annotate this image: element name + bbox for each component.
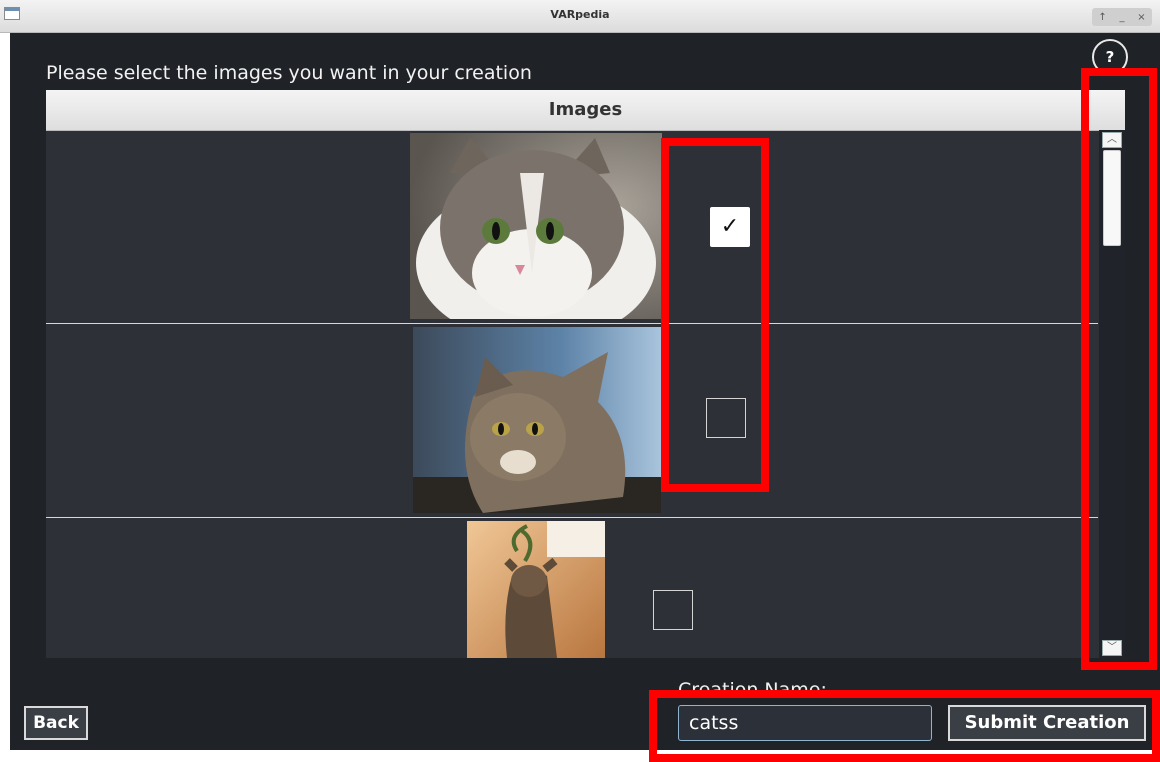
scroll-up-icon[interactable]: ︿ [1102,132,1122,148]
back-button[interactable]: Back [24,706,88,740]
app-content: ? Please select the images you want in y… [10,33,1160,750]
scrollbar-thumb[interactable] [1103,150,1121,246]
cat-image-3 [467,521,605,658]
creation-name-label: Creation Name: [678,679,827,701]
submit-creation-button[interactable]: Submit Creation [948,705,1146,741]
window-controls[interactable]: ↑ _ × [1092,8,1152,26]
window-title: VARpedia [550,8,610,21]
scroll-down-icon[interactable]: ﹀ [1102,640,1122,656]
table-row[interactable]: ✓ [46,131,1098,324]
window-titlebar: VARpedia ↑ _ × [0,0,1160,33]
cat-image-1 [410,133,662,319]
help-button[interactable]: ? [1092,39,1128,75]
maximize-icon[interactable]: ↑ [1098,12,1106,23]
table-row[interactable] [46,518,1098,658]
page-instruction: Please select the images you want in you… [46,62,532,84]
select-checkbox-3[interactable] [653,590,693,630]
images-table: Images ✓ ︿ ﹀ [46,90,1125,658]
close-icon[interactable]: × [1137,12,1145,23]
images-vertical-scrollbar[interactable]: ︿ ﹀ [1099,130,1125,658]
creation-name-input[interactable]: catss [678,705,932,741]
images-column-header[interactable]: Images [46,90,1125,131]
minimize-icon[interactable]: _ [1119,12,1124,23]
cat-image-2 [413,327,661,513]
select-checkbox-2[interactable] [706,398,746,438]
select-checkbox-1[interactable]: ✓ [710,207,750,247]
table-row[interactable] [46,324,1098,518]
